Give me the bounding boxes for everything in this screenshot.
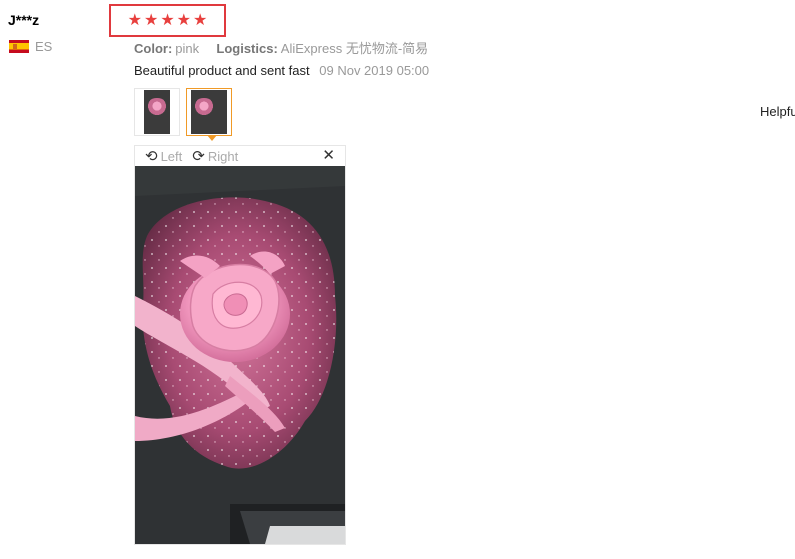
reviewer-country: ES — [9, 39, 52, 54]
review-thumbnails — [134, 88, 232, 141]
review-item: J***z ES ★ ★ ★ ★ ★ Color: pink Logistics:… — [0, 0, 795, 559]
color-value: pink — [175, 41, 200, 56]
thumbnail-2[interactable] — [186, 88, 232, 141]
thumbnail-1[interactable] — [134, 88, 180, 136]
color-label: Color: — [134, 41, 173, 56]
review-photo — [135, 166, 345, 544]
close-icon[interactable]: ✕ — [322, 148, 335, 163]
reviewer-name: J***z — [8, 12, 40, 28]
image-viewer: ⟲ Left ⟳ Right ✕ — [134, 145, 346, 545]
logistics-value: AliExpress 无忧物流-简易 — [280, 41, 429, 56]
active-caret-icon — [207, 135, 217, 141]
order-info: Color: pink Logistics: AliExpress 无忧物流-简易 — [134, 38, 428, 57]
rose-photo — [135, 166, 345, 544]
rotate-right-icon: ⟳ — [192, 147, 205, 165]
star-icon: ★ — [176, 11, 192, 29]
review-content: Beautiful product and sent fast 09 Nov 2… — [134, 63, 429, 78]
star-rating: ★ ★ ★ ★ ★ — [127, 11, 208, 29]
rotate-left-icon: ⟲ — [145, 147, 158, 165]
star-icon: ★ — [127, 11, 142, 29]
country-code: ES — [35, 39, 53, 54]
rotate-right-button[interactable]: ⟳ Right — [192, 149, 238, 164]
rating-highlight: ★ ★ ★ ★ ★ — [109, 4, 226, 37]
star-icon: ★ — [193, 11, 208, 29]
review-date: 09 Nov 2019 05:00 — [319, 63, 430, 78]
star-icon: ★ — [143, 11, 159, 29]
star-icon: ★ — [160, 11, 175, 29]
logistics-label: Logistics: — [216, 41, 278, 56]
spain-flag-icon — [9, 40, 29, 53]
rotate-left-label: Left — [160, 148, 183, 164]
rotate-right-label: Right — [207, 148, 239, 164]
thumbnail-image — [191, 90, 227, 134]
thumbnail-image — [144, 90, 170, 134]
helpful-label[interactable]: Helpfu — [760, 104, 795, 119]
review-text: Beautiful product and sent fast — [134, 63, 310, 78]
viewer-toolbar: ⟲ Left ⟳ Right ✕ — [135, 146, 345, 166]
rotate-left-button[interactable]: ⟲ Left — [145, 149, 182, 164]
